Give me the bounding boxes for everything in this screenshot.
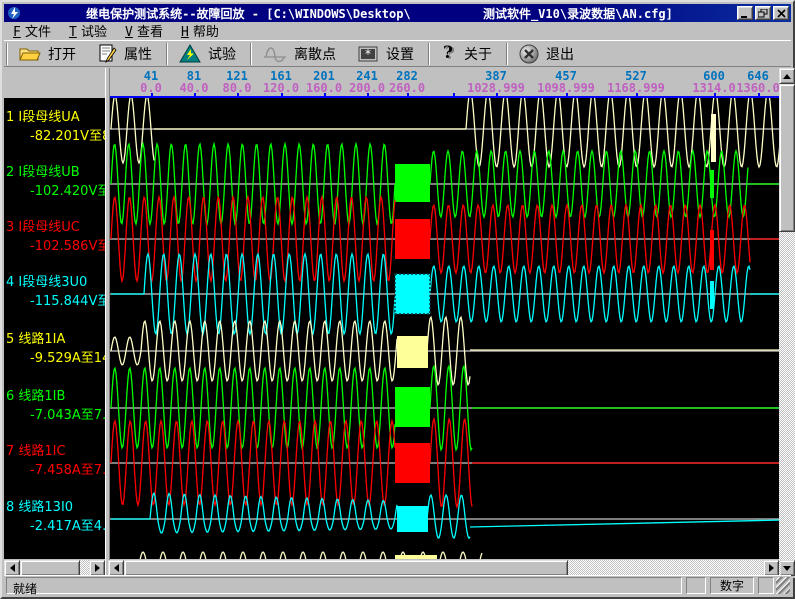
channel-range-label: -7.043A至7. bbox=[30, 404, 105, 423]
properties-icon bbox=[97, 44, 117, 64]
app-window: 继电保护测试系统--故障回放 - [C:\WINDOWS\Desktop\ 测试… bbox=[0, 0, 795, 599]
label-scroll-right-button[interactable] bbox=[89, 560, 105, 576]
cursor-marker-bar[interactable] bbox=[711, 114, 716, 162]
status-pane-blank bbox=[686, 577, 706, 594]
channel-label: 8 线路13I0 bbox=[6, 496, 73, 515]
settings-button-label: 设置 bbox=[386, 44, 414, 64]
menu-help[interactable]: H 帮助 bbox=[172, 20, 228, 42]
toolbar-separator bbox=[6, 43, 8, 65]
test-button-label: 试验 bbox=[208, 44, 236, 64]
scroll-left-button[interactable] bbox=[108, 560, 124, 576]
fault-marker-square[interactable] bbox=[395, 387, 430, 427]
settings-button[interactable]: * 设置 bbox=[348, 42, 426, 66]
channel-label-column: 1 Ⅰ段母线UA-82.201V至8 2 Ⅰ段母线UB-102.420V至 3 Ⅰ段… bbox=[4, 98, 105, 559]
fault-marker-square[interactable] bbox=[395, 164, 430, 202]
time-ruler: 410.08140.012180.0161120.0201160.0241200… bbox=[4, 68, 781, 98]
menu-help-label: 帮助 bbox=[193, 25, 219, 40]
fault-marker-square[interactable] bbox=[395, 219, 430, 259]
discrete-points-button[interactable]: 离散点 bbox=[254, 42, 348, 66]
menu-file-hotkey: F bbox=[13, 25, 21, 40]
app-icon bbox=[6, 6, 22, 20]
numlock-indicator: 数字 bbox=[710, 577, 754, 594]
toolbar: 打开 属性 试验 离散点 bbox=[4, 40, 791, 67]
channel-label: 7 线路1IC bbox=[6, 440, 66, 459]
about-button-label: 关于 bbox=[464, 44, 492, 64]
scroll-up-button[interactable] bbox=[779, 68, 795, 84]
discrete-points-button-label: 离散点 bbox=[294, 44, 336, 64]
exit-button[interactable]: 退出 bbox=[510, 42, 586, 66]
fault-marker-square[interactable] bbox=[395, 555, 437, 559]
menu-file[interactable]: F 文件 bbox=[4, 20, 60, 42]
open-button-label: 打开 bbox=[48, 44, 76, 64]
menu-view-label: 查看 bbox=[137, 25, 163, 40]
resize-grip[interactable] bbox=[776, 577, 790, 594]
minimize-button[interactable] bbox=[737, 6, 753, 20]
waveform-svg bbox=[110, 98, 783, 559]
close-button[interactable] bbox=[773, 6, 789, 20]
waveform-plot[interactable] bbox=[110, 98, 783, 559]
channel-range-label: -2.417A至4. bbox=[30, 515, 105, 534]
test-icon bbox=[179, 44, 201, 64]
menu-bar: F 文件 T 试验 V 查看 H 帮助 bbox=[4, 22, 791, 40]
svg-text:?: ? bbox=[443, 44, 453, 63]
waveform-trace-8 bbox=[111, 493, 783, 538]
exit-icon bbox=[519, 44, 539, 64]
properties-button[interactable]: 属性 bbox=[88, 42, 164, 66]
settings-icon: * bbox=[357, 44, 379, 64]
status-message: 就绪 bbox=[6, 577, 682, 594]
menu-test[interactable]: T 试验 bbox=[60, 20, 116, 42]
scroll-right-button[interactable] bbox=[763, 560, 779, 576]
toolbar-separator bbox=[428, 43, 430, 65]
label-scrollbar-thumb[interactable] bbox=[20, 560, 80, 576]
horizontal-scrollbar-thumb[interactable] bbox=[124, 560, 568, 576]
menu-test-hotkey: T bbox=[69, 25, 77, 40]
scroll-down-button[interactable] bbox=[779, 560, 795, 576]
status-pane-blank bbox=[758, 577, 774, 594]
test-button[interactable]: 试验 bbox=[170, 42, 248, 66]
channel-label: 1 Ⅰ段母线UA bbox=[6, 106, 80, 125]
cursor-marker-bar[interactable] bbox=[710, 230, 714, 270]
fault-marker-square[interactable] bbox=[395, 274, 430, 314]
toolbar-separator bbox=[250, 43, 252, 65]
discrete-points-icon bbox=[263, 44, 287, 64]
fault-marker-square[interactable] bbox=[397, 506, 428, 532]
open-button[interactable]: 打开 bbox=[10, 42, 88, 66]
status-bar: 就绪 数字 bbox=[4, 575, 791, 595]
menu-view-hotkey: V bbox=[125, 25, 133, 40]
menu-help-hotkey: H bbox=[181, 25, 189, 40]
channel-label: 4 Ⅰ段母线3U0 bbox=[6, 271, 87, 290]
fault-marker-square[interactable] bbox=[395, 443, 430, 483]
channel-range-label: -115.844V至 bbox=[30, 290, 105, 309]
client-area: 410.08140.012180.0161120.0201160.0241200… bbox=[4, 68, 795, 578]
about-icon: ? ? bbox=[441, 44, 457, 64]
channel-label: 5 线路1IA bbox=[6, 328, 65, 347]
restore-button[interactable] bbox=[755, 6, 771, 20]
menu-test-label: 试验 bbox=[81, 25, 107, 40]
channel-range-label: -7.458A至7. bbox=[30, 459, 105, 478]
cursor-marker-bar[interactable] bbox=[710, 281, 714, 309]
channel-label: 2 Ⅰ段母线UB bbox=[6, 161, 80, 180]
channel-range-label: -102.586V至 bbox=[30, 235, 105, 254]
channel-range-label: -82.201V至8 bbox=[30, 125, 105, 144]
toolbar-separator bbox=[166, 43, 168, 65]
toolbar-separator bbox=[506, 43, 508, 65]
window-title: 继电保护测试系统--故障回放 - [C:\WINDOWS\Desktop\ 测试… bbox=[22, 5, 737, 22]
channel-range-label: -9.529A至14 bbox=[30, 347, 105, 366]
fault-marker-square[interactable] bbox=[397, 336, 428, 368]
cursor-marker-bar[interactable] bbox=[710, 170, 714, 198]
channel-range-label: -102.420V至 bbox=[30, 180, 105, 199]
channel-label: 3 Ⅰ段母线UC bbox=[6, 216, 80, 235]
properties-button-label: 属性 bbox=[124, 44, 152, 64]
open-folder-icon bbox=[19, 45, 41, 63]
label-scroll-left-button[interactable] bbox=[4, 560, 20, 576]
channel-label: 6 线路1IB bbox=[6, 385, 65, 404]
svg-text:*: * bbox=[364, 47, 371, 61]
vertical-scrollbar-thumb[interactable] bbox=[779, 84, 795, 232]
menu-file-label: 文件 bbox=[25, 25, 51, 40]
menu-view[interactable]: V 查看 bbox=[116, 20, 172, 42]
about-button[interactable]: ? ? 关于 bbox=[432, 42, 504, 66]
exit-button-label: 退出 bbox=[546, 44, 574, 64]
